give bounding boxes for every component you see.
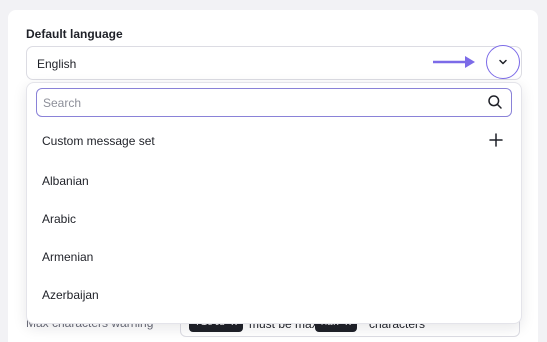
option-arabic[interactable]: Arabic xyxy=(27,201,521,237)
dropdown-toggle-button[interactable] xyxy=(486,45,520,79)
option-armenian[interactable]: Armenian xyxy=(27,239,521,275)
option-azerbaijan[interactable]: Azerbaijan xyxy=(27,277,521,313)
chevron-down-icon xyxy=(499,59,507,65)
default-language-label: Default language xyxy=(26,27,123,41)
language-dropdown: Custom message set Albanian Arabic Armen… xyxy=(26,82,522,324)
search-input[interactable] xyxy=(43,93,473,112)
option-custom-message-set[interactable]: Custom message set xyxy=(27,123,521,159)
search-box xyxy=(36,88,512,117)
plus-icon[interactable] xyxy=(489,133,503,147)
option-label: Albanian xyxy=(42,174,89,188)
option-label: Custom message set xyxy=(42,134,155,148)
option-label: Azerbaijan xyxy=(42,288,99,302)
option-label: Armenian xyxy=(42,250,94,264)
arrow-right-icon xyxy=(433,56,475,68)
search-icon[interactable] xyxy=(487,94,503,110)
option-label: Arabic xyxy=(42,212,77,226)
option-albanian[interactable]: Albanian xyxy=(27,163,521,199)
selected-language: English xyxy=(37,57,77,71)
